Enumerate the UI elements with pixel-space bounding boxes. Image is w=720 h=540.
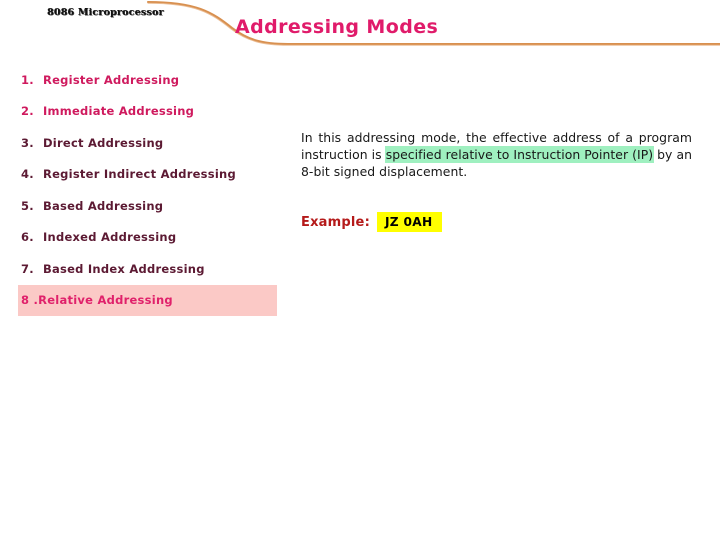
description-highlighted-phrase: specified relative to Instruction Pointe… — [385, 147, 654, 163]
list-item-number: 4. — [21, 167, 34, 182]
course-label: 8086 Microprocessor — [47, 7, 164, 18]
list-item[interactable]: 7. Based Index Addressing — [18, 253, 280, 285]
list-item-number: 7. — [21, 261, 34, 276]
page-title: Addressing Modes — [235, 16, 439, 38]
description-block: In this addressing mode, the effective a… — [301, 129, 692, 181]
list-item-number: 8 . — [21, 293, 39, 307]
list-item-number: 3. — [21, 135, 34, 150]
example-row: Example: JZ 0AH — [301, 212, 442, 232]
list-item-number: 1. — [21, 72, 34, 87]
list-item[interactable]: 1. Register Addressing — [18, 64, 280, 96]
slide-header: 8086 Microprocessor Addressing Modes — [0, 0, 720, 50]
list-item-label: Based Index Addressing — [43, 261, 205, 276]
list-item-label: Based Addressing — [43, 198, 164, 213]
list-item-label: Register Addressing — [43, 72, 180, 87]
list-item-number: 6. — [21, 230, 34, 245]
list-item[interactable]: 3. Direct Addressing — [18, 127, 280, 159]
description-text: In this addressing mode, the effective a… — [301, 129, 692, 181]
list-item[interactable]: 5. Based Addressing — [18, 190, 280, 222]
list-item-selected[interactable]: 8 . Relative Addressing — [18, 284, 277, 316]
list-item-label: Relative Addressing — [38, 293, 173, 307]
example-code-snippet: JZ 0AH — [376, 212, 442, 232]
list-item[interactable]: 4. Register Indirect Addressing — [18, 159, 280, 191]
example-label: Example: — [301, 214, 370, 230]
addressing-modes-list: 1. Register Addressing 2. Immediate Addr… — [18, 64, 280, 316]
list-item-label: Register Indirect Addressing — [43, 167, 236, 182]
list-item-label: Indexed Addressing — [43, 230, 177, 245]
list-item-number: 5. — [21, 198, 34, 213]
list-item-label: Immediate Addressing — [43, 104, 195, 119]
slide: 8086 Microprocessor Addressing Modes 1. … — [0, 0, 720, 540]
list-item[interactable]: 6. Indexed Addressing — [18, 222, 280, 254]
list-item-label: Direct Addressing — [43, 135, 164, 150]
list-item[interactable]: 2. Immediate Addressing — [18, 96, 280, 128]
list-item-number: 2. — [21, 104, 34, 119]
